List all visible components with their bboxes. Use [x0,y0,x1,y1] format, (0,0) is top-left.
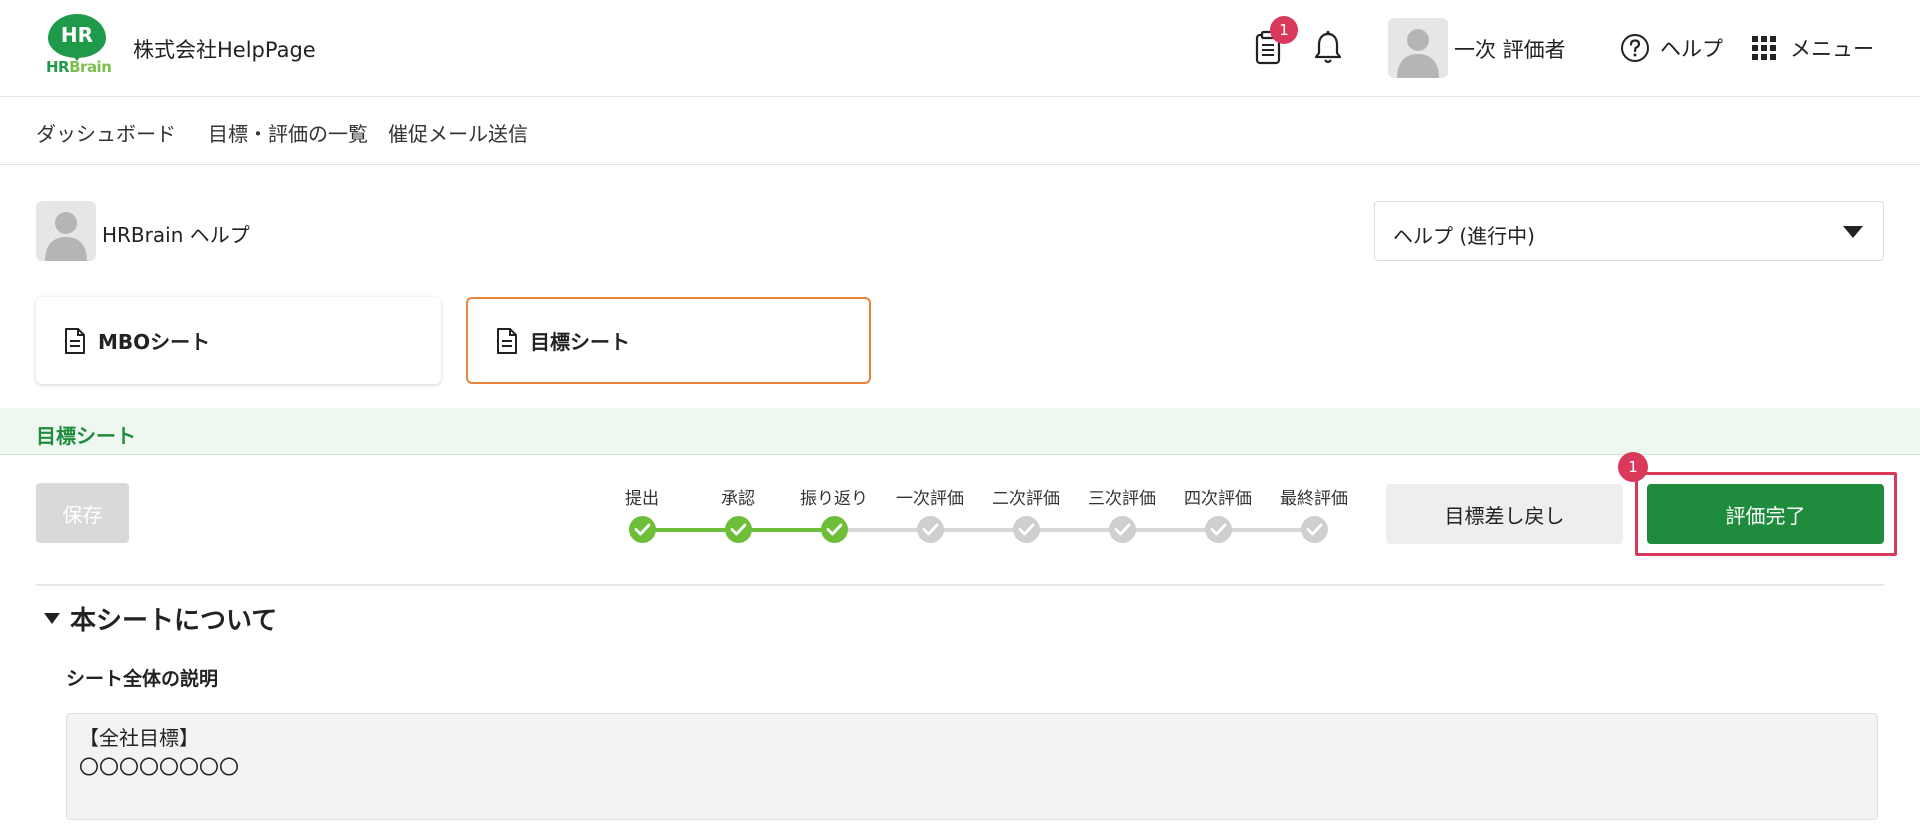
workflow-step: 二次評価 [978,484,1074,543]
logo-text: HRBrain [46,58,112,76]
person-name: HRBrain ヘルプ [102,223,250,247]
section-title: 目標シート [36,424,136,448]
workflow-stepper: 提出 承認 振り返り 一次評価 二次評価 三次評価 四次評価 最終評価 [612,484,1352,544]
hrbrain-logo[interactable]: HR HRBrain [44,14,112,76]
workflow-step: 承認 [690,484,786,543]
workflow-step: 一次評価 [882,484,978,543]
step-pending-check-icon [1301,516,1328,543]
divider [36,584,1884,586]
person-silhouette-icon [1397,29,1439,78]
document-icon [65,327,85,354]
menu-link[interactable]: メニュー [1752,32,1874,64]
workflow-step: 三次評価 [1074,484,1170,543]
triangle-down-icon [44,613,60,624]
workflow-step: 最終評価 [1266,484,1362,543]
about-section-toggle[interactable]: 本シートについて [44,600,277,637]
sheet-card-label: MBOシート [98,330,211,354]
person-silhouette-icon [45,212,87,261]
workflow-step: 提出 [594,484,690,543]
step-done-check-icon [629,516,656,543]
save-button[interactable]: 保存 [36,483,129,543]
section-header: 目標シート [0,408,1920,455]
workflow-step: 四次評価 [1170,484,1266,543]
sheet-card-label: 目標シート [530,330,630,354]
revert-goal-button[interactable]: 目標差し戻し [1386,484,1623,544]
main-nav: ダッシュボード 目標・評価の一覧 催促メール送信 [0,98,1920,165]
notification-count-badge: 1 [1270,16,1298,44]
user-avatar[interactable] [1388,18,1448,78]
workflow-step-label: 承認 [721,489,755,509]
person-avatar [36,201,96,261]
step-pending-check-icon [1109,516,1136,543]
company-name: 株式会社HelpPage [133,38,316,62]
bell-icon[interactable] [1310,28,1346,68]
help-label: ヘルプ [1660,37,1723,61]
user-name[interactable]: 一次 評価者 [1454,34,1566,64]
menu-label: メニュー [1790,37,1874,61]
workflow-step-label: 提出 [625,489,659,509]
help-link[interactable]: ヘルプ [1620,32,1723,64]
workflow-step-label: 最終評価 [1280,489,1348,509]
sheet-card-goal[interactable]: 目標シート [466,297,871,384]
step-pending-check-icon [1205,516,1232,543]
help-circle-icon [1621,34,1649,62]
sheet-description-label: シート全体の説明 [66,668,219,690]
workflow-step-label: 振り返り [800,489,868,509]
sheet-description-text: 【全社目標】 〇〇〇〇〇〇〇〇 [66,713,1878,820]
app-header: HR HRBrain 株式会社HelpPage 1 一次 評価者 ヘルプ メニュ… [0,0,1920,97]
workflow-step-label: 二次評価 [992,489,1060,509]
nav-item-reminder-mail[interactable]: 催促メール送信 [388,118,528,147]
step-pending-check-icon [917,516,944,543]
complete-evaluation-button[interactable]: 評価完了 [1647,484,1884,544]
period-select[interactable]: ヘルプ (進行中) [1374,201,1884,261]
document-icon [497,327,517,354]
workflow-step-label: 三次評価 [1088,489,1156,509]
grid-menu-icon [1752,36,1776,60]
sheet-card-mbo[interactable]: MBOシート [36,297,441,384]
workflow-step: 振り返り [786,484,882,543]
annotation-number-badge: 1 [1618,452,1648,482]
step-pending-check-icon [1013,516,1040,543]
caret-down-icon [1843,226,1863,238]
nav-item-dashboard[interactable]: ダッシュボード [36,118,176,147]
nav-item-goals-list[interactable]: 目標・評価の一覧 [208,118,368,147]
workflow-step-label: 四次評価 [1184,489,1252,509]
workflow-step-label: 一次評価 [896,489,964,509]
step-done-check-icon [821,516,848,543]
period-select-value: ヘルプ (進行中) [1393,224,1535,248]
step-remaining-line [834,528,1314,532]
step-done-check-icon [725,516,752,543]
about-section-title: 本シートについて [70,606,278,636]
